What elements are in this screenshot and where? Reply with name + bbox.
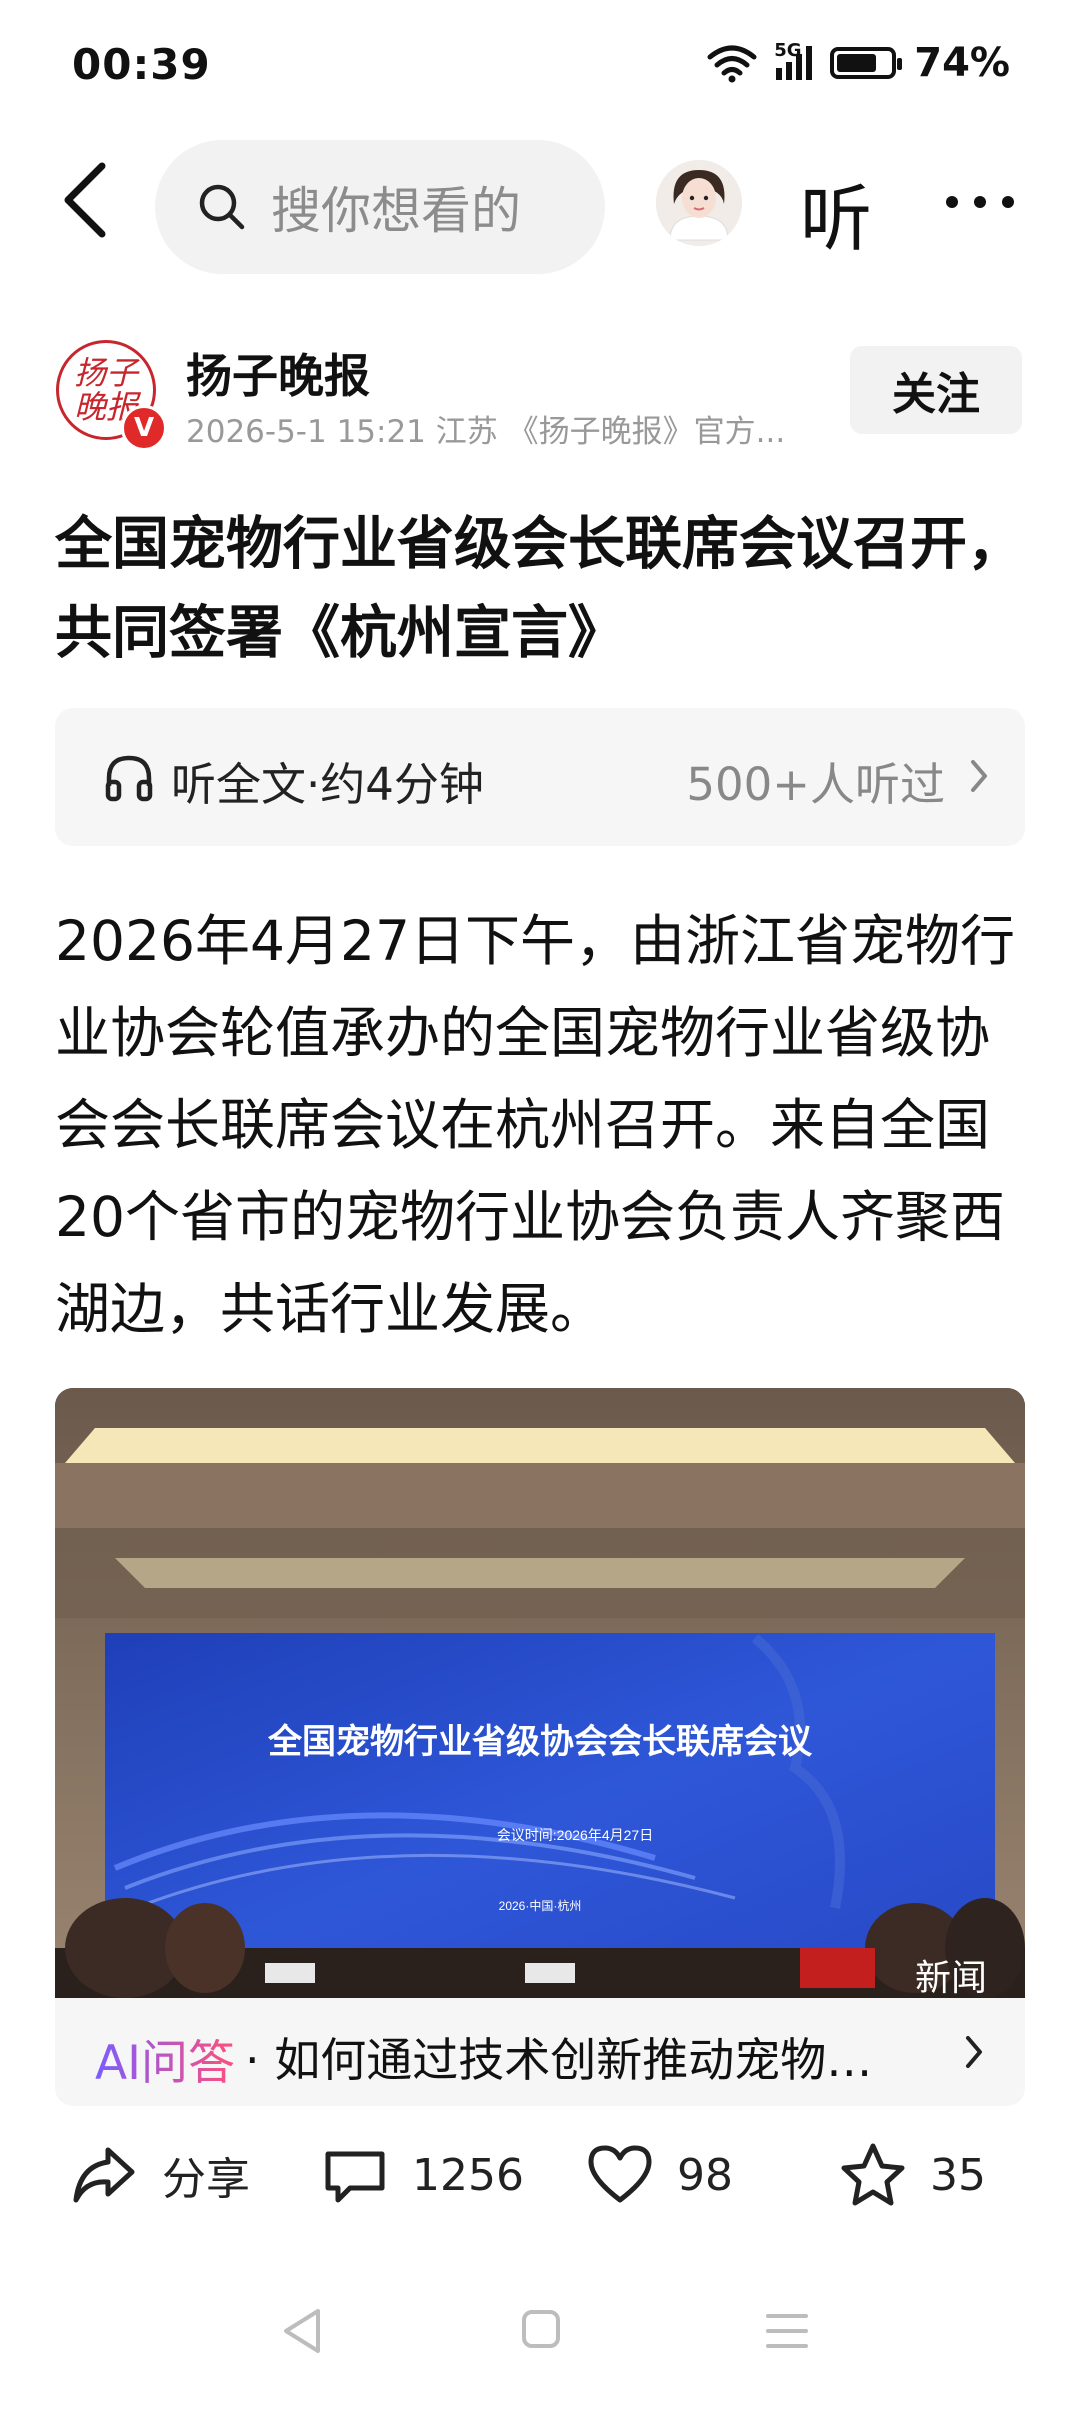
listen-button[interactable]: 听	[800, 160, 872, 265]
share-label: 分享	[162, 2154, 250, 2205]
article-photo[interactable]: 全国宠物行业省级协会会长联席会议 会议时间:2026年4月27日 2026·中国…	[55, 1388, 1025, 1998]
screen-title: 全国宠物行业省级协会会长联席会议	[267, 1722, 813, 1761]
nav-back-icon[interactable]	[280, 2305, 324, 2357]
photo-watermark: 新闻	[915, 1958, 987, 1998]
nav-home-icon[interactable]	[520, 2308, 562, 2350]
verified-badge: V	[121, 405, 167, 451]
battery-icon	[830, 47, 903, 79]
wifi-icon	[707, 45, 757, 83]
article-title: 全国宠物行业省级会长联席会议召开，共同签署《杭州宣言》	[55, 511, 1024, 666]
ai-qa-bar[interactable]: AI问答 · 如何通过技术创新推动宠物产...	[55, 1998, 1025, 2106]
favorite-button[interactable]: 35	[838, 2140, 986, 2210]
screen-date: 会议时间:2026年4月27日	[497, 1827, 653, 1843]
article-body: 2026年4月27日下午，由浙江省宠物行业协会轮值承办的全国宠物行业省级协会会长…	[55, 909, 1015, 1341]
status-icons: 5G 74%	[706, 40, 1010, 86]
search-icon	[199, 184, 245, 230]
listen-full-label: 听全文·约4分钟	[171, 758, 484, 811]
like-count: 98	[677, 2149, 733, 2201]
search-placeholder: 搜你想看的	[271, 182, 521, 240]
follow-button[interactable]: 关注	[850, 346, 1022, 434]
battery-percent: 74%	[914, 40, 1010, 86]
comment-button[interactable]: 1256	[320, 2140, 524, 2210]
like-button[interactable]: 98	[585, 2140, 733, 2210]
star-icon	[841, 2143, 905, 2206]
status-time: 00:39	[72, 40, 211, 89]
avatar[interactable]	[656, 160, 742, 246]
favorite-count: 35	[930, 2149, 986, 2201]
share-button[interactable]: 分享	[70, 2140, 250, 2210]
screen-place: 2026·中国·杭州	[499, 1898, 582, 1913]
search-box[interactable]: 搜你想看的	[155, 140, 605, 274]
comment-icon	[325, 2151, 385, 2203]
headphones-icon	[105, 755, 153, 802]
ai-qa-tag: AI问答	[95, 2024, 235, 2093]
chevron-right-icon	[966, 2036, 982, 2068]
listen-full-bar[interactable]: 听全文·约4分钟 500+人听过	[55, 708, 1025, 846]
author-name[interactable]: 扬子晚报	[186, 340, 370, 406]
listen-count: 500+人听过	[686, 758, 945, 811]
author-meta: 2026-5-1 15:21 江苏 《扬子晚报》官方...	[186, 414, 786, 450]
nav-menu-icon[interactable]	[764, 2308, 810, 2354]
network-type: 5G	[774, 40, 802, 61]
conference-photo: 全国宠物行业省级协会会长联席会议 会议时间:2026年4月27日 2026·中国…	[55, 1388, 1025, 1998]
heart-icon	[588, 2145, 652, 2203]
share-icon	[73, 2147, 135, 2203]
comment-count: 1256	[412, 2149, 524, 2201]
back-arrow-icon[interactable]	[58, 160, 118, 240]
signal-5g-icon: 5G	[774, 40, 813, 80]
ai-qa-question: · 如何通过技术创新推动宠物产...	[245, 2033, 905, 2087]
more-icon[interactable]	[946, 196, 1014, 208]
avatar-image	[656, 160, 742, 246]
chevron-right-icon	[971, 760, 987, 792]
